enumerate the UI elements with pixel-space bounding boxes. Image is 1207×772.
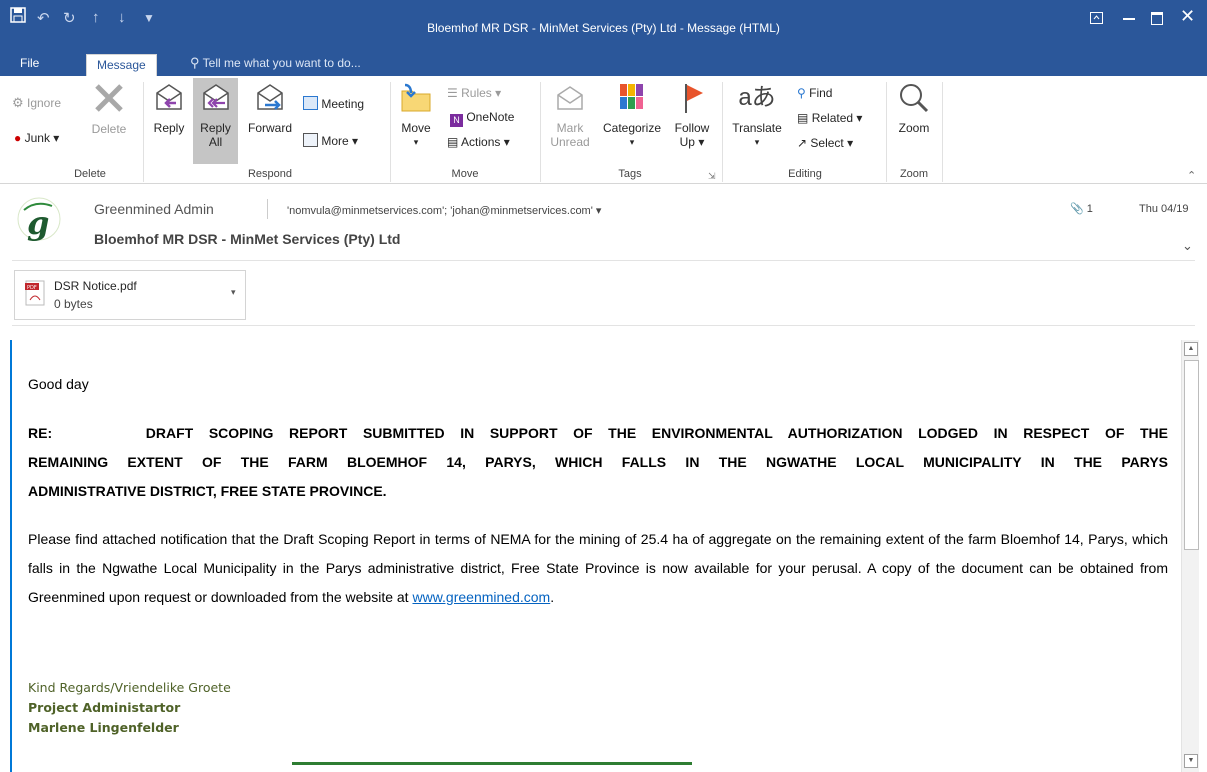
close-icon[interactable]: ✕ xyxy=(1180,6,1195,27)
move-button[interactable]: Move ▾ xyxy=(398,81,434,149)
reply-all-icon xyxy=(202,84,229,110)
ignore-button[interactable]: ⚙ Ignore xyxy=(12,95,61,111)
zoom-icon xyxy=(900,84,929,113)
collapse-ribbon-icon[interactable]: ⌃ xyxy=(1187,169,1196,182)
group-separator xyxy=(143,82,144,182)
delete-button[interactable]: Delete xyxy=(90,80,128,136)
message-subject: Bloemhof MR DSR - MinMet Services (Pty) … xyxy=(94,231,401,247)
categorize-icon xyxy=(620,84,643,109)
related-icon: ▤ xyxy=(797,111,809,125)
junk-button[interactable]: ● Junk ▾ xyxy=(14,131,59,145)
select-button[interactable]: ↗ Select ▾ xyxy=(797,136,853,150)
re-heading: RE: DRAFT SCOPING REPORT SUBMITTED IN SU… xyxy=(28,425,1168,499)
ribbon-display-options-icon[interactable] xyxy=(1090,12,1103,24)
delete-icon xyxy=(95,84,123,112)
related-button[interactable]: ▤ Related ▾ xyxy=(797,111,862,125)
scroll-up-arrow-icon[interactable]: ▲ xyxy=(1184,342,1198,356)
signature-regards: Kind Regards/Vriendelike Groete xyxy=(28,680,231,695)
onenote-button[interactable]: N OneNote xyxy=(450,110,514,127)
header-divider xyxy=(267,199,268,219)
recipients[interactable]: 'nomvula@minmetservices.com'; 'johan@min… xyxy=(287,204,601,217)
reply-button[interactable]: Reply xyxy=(150,81,188,135)
expand-header-icon[interactable]: ⌄ xyxy=(1182,238,1193,254)
more-icon xyxy=(303,133,318,147)
reply-icon xyxy=(156,84,182,110)
group-separator xyxy=(540,82,541,182)
flag-icon xyxy=(685,84,703,113)
meeting-icon xyxy=(303,96,318,110)
rules-icon: ☰ xyxy=(447,86,458,100)
more-button[interactable]: More ▾ xyxy=(303,133,358,148)
tab-message[interactable]: Message xyxy=(86,54,157,77)
message-date: Thu 04/19 xyxy=(1139,203,1189,215)
group-separator xyxy=(390,82,391,182)
pdf-icon: PDF xyxy=(25,280,45,306)
attachment-size: 0 bytes xyxy=(54,297,93,311)
reply-all-button[interactable]: Reply All xyxy=(193,78,238,164)
group-separator xyxy=(722,82,723,182)
translate-icon: aあ xyxy=(738,84,776,111)
signature-name: Marlene Lingenfelder xyxy=(28,720,179,735)
tags-group-label: Tags xyxy=(618,168,642,180)
sender-name[interactable]: Greenmined Admin xyxy=(94,201,214,217)
respond-group-label: Respond xyxy=(247,168,293,180)
onenote-icon: N xyxy=(450,114,463,127)
forward-icon xyxy=(257,84,283,110)
group-separator xyxy=(942,82,943,182)
group-separator xyxy=(886,82,887,182)
greeting: Good day xyxy=(28,376,89,392)
signature-title: Project Administartor xyxy=(28,700,181,715)
attachment-count: 📎 1 xyxy=(1070,203,1093,215)
ribbon: ⚙ Ignore ● Junk ▾ Delete Delete Reply Re… xyxy=(0,76,1207,184)
message-body[interactable]: Good day RE: DRAFT SCOPING REPORT SUBMIT… xyxy=(10,340,1177,772)
follow-up-button[interactable]: Follow Up ▾ xyxy=(671,81,713,149)
header-separator xyxy=(12,260,1195,261)
zoom-button[interactable]: Zoom xyxy=(893,81,935,135)
svg-text:PDF: PDF xyxy=(27,285,37,291)
attachment-dropdown-icon[interactable]: ▾ xyxy=(231,287,236,298)
svg-text:g: g xyxy=(27,204,49,242)
categorize-button[interactable]: Categorize ▾ xyxy=(597,81,667,149)
tab-file[interactable]: File xyxy=(20,52,39,76)
select-cursor-icon: ↗ xyxy=(797,136,808,150)
editing-group-label: Editing xyxy=(788,168,822,180)
paperclip-icon: 📎 xyxy=(1070,203,1084,215)
website-link[interactable]: www.greenmined.com xyxy=(412,589,550,605)
scroll-down-arrow-icon[interactable]: ▼ xyxy=(1184,754,1198,768)
zoom-group-label: Zoom xyxy=(899,168,929,180)
scroll-thumb[interactable] xyxy=(1184,360,1199,550)
mark-unread-button[interactable]: Mark Unread xyxy=(548,81,592,149)
find-button[interactable]: ⚲ Find xyxy=(797,86,832,100)
meeting-button[interactable]: Meeting xyxy=(303,96,364,111)
tell-me-text: Tell me what you want to do... xyxy=(202,56,361,70)
message-header: g Greenmined Admin 'nomvula@minmetservic… xyxy=(0,184,1207,339)
minimize-icon[interactable] xyxy=(1123,18,1135,20)
window-title: Bloemhof MR DSR - MinMet Services (Pty) … xyxy=(427,21,780,35)
move-group-label: Move xyxy=(451,168,479,180)
ignore-icon: ⚙ xyxy=(12,95,24,110)
signature-banner-edge xyxy=(292,762,692,765)
attachments-separator xyxy=(12,325,1195,326)
translate-button[interactable]: aあ Translate ▾ xyxy=(729,81,785,149)
delete-group-label: Delete xyxy=(74,168,106,180)
maximize-icon[interactable] xyxy=(1151,12,1163,25)
lightbulb-icon: ⚲ xyxy=(190,55,200,70)
tell-me-box[interactable]: ⚲ Tell me what you want to do... xyxy=(190,52,361,76)
actions-icon: ▤ xyxy=(447,135,459,149)
find-icon: ⚲ xyxy=(797,86,806,100)
attachment-name: DSR Notice.pdf xyxy=(54,279,137,293)
actions-button[interactable]: ▤ Actions ▾ xyxy=(447,135,510,149)
body-paragraph: Please find attached notification that t… xyxy=(28,531,1168,605)
ribbon-tabs: File ⚲ Tell me what you want to do... xyxy=(0,52,1207,76)
sender-avatar: g xyxy=(16,196,62,242)
title-bar: ↶ ↻ ↑ ↓ ▼ Bloemhof MR DSR - MinMet Servi… xyxy=(0,0,1207,52)
forward-button[interactable]: Forward xyxy=(244,81,296,135)
move-to-folder-icon xyxy=(401,83,431,112)
rules-button[interactable]: ☰ Rules ▾ xyxy=(447,86,501,100)
body-scrollbar[interactable]: ▲ ▼ xyxy=(1181,340,1199,772)
tags-dialog-launcher-icon[interactable]: ⇲ xyxy=(708,171,716,182)
mark-unread-icon xyxy=(557,86,583,110)
junk-icon: ● xyxy=(14,131,22,145)
attachment-item[interactable]: PDF DSR Notice.pdf 0 bytes ▾ xyxy=(14,270,246,320)
